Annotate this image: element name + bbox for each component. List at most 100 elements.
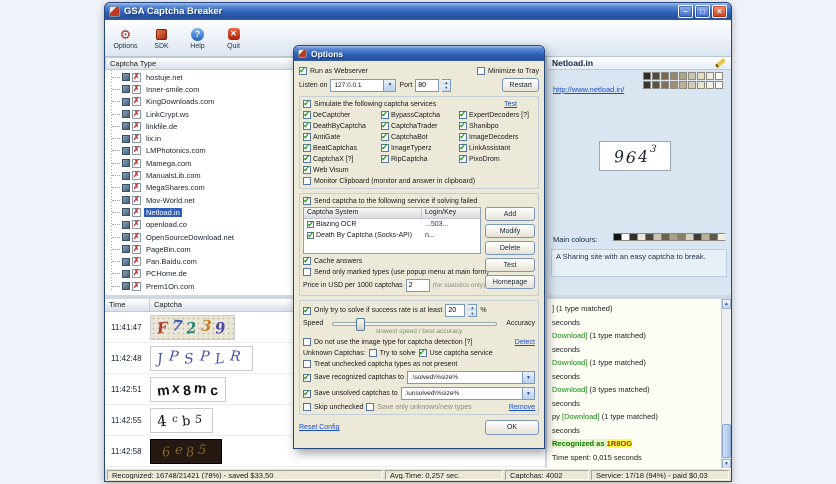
remove-link[interactable]: Remove [509, 404, 535, 411]
crossed-checkbox-icon[interactable] [132, 268, 141, 279]
success-rate-checkbox[interactable] [303, 305, 311, 316]
no-image-type-checkbox[interactable] [303, 338, 311, 346]
service-option[interactable]: CaptchaX [?] [303, 154, 379, 164]
send-failed-checkbox[interactable] [303, 195, 311, 206]
crossed-checkbox-icon[interactable] [132, 170, 141, 181]
service-checkbox[interactable] [459, 154, 467, 164]
maximize-button[interactable]: □ [695, 5, 710, 18]
service-option[interactable]: AntiGate [303, 132, 379, 142]
service-table-row[interactable]: Blazing OCR ...503... [304, 219, 480, 230]
use-captcha-service-checkbox[interactable] [418, 347, 427, 358]
ok-button[interactable]: OK [485, 420, 539, 435]
title-bar[interactable]: GSA Captcha Breaker – □ × [105, 3, 731, 20]
crossed-checkbox-icon[interactable] [132, 281, 141, 291]
run-as-webserver-checkbox[interactable] [299, 65, 307, 76]
crossed-checkbox-icon[interactable] [132, 219, 141, 230]
site-url-link[interactable]: http://www.netload.in/ [553, 85, 624, 94]
service-option[interactable]: LinkAssistant [459, 143, 535, 153]
slider-thumb[interactable] [356, 317, 366, 331]
restart-button[interactable]: Restart [502, 78, 539, 92]
service-button-modify[interactable]: Modify [485, 224, 535, 238]
login-key-column-header[interactable]: Login/Key [422, 208, 480, 218]
service-option[interactable]: RipCaptcha [381, 154, 457, 164]
crossed-checkbox-icon[interactable] [132, 207, 141, 217]
save-recognized-checkbox[interactable] [303, 372, 311, 383]
skip-unchecked-checkbox[interactable] [303, 403, 311, 411]
service-row-checkbox[interactable] [307, 232, 315, 239]
service-checkbox[interactable] [303, 154, 311, 164]
service-checkbox[interactable] [303, 143, 311, 153]
service-option[interactable]: ImageTyperz [381, 143, 457, 153]
crossed-checkbox-icon[interactable] [132, 244, 141, 254]
toolbar-button-help[interactable]: ? Help [181, 22, 214, 55]
crossed-checkbox-icon[interactable] [132, 121, 141, 131]
log-scrollbar[interactable]: ▲ ▼ [721, 299, 731, 469]
minimize-button[interactable]: – [678, 5, 693, 18]
chevron-down-icon[interactable] [522, 388, 534, 399]
service-row-checkbox[interactable] [307, 221, 315, 228]
service-option[interactable]: DeCaptcher [303, 110, 379, 120]
listen-on-combo[interactable]: 127.0.0.1 [330, 78, 397, 92]
service-checkbox[interactable] [381, 154, 389, 164]
port-spinner[interactable]: ▲ ▼ [442, 78, 452, 92]
service-option[interactable]: ImageDecoders [459, 132, 535, 142]
crossed-checkbox-icon[interactable] [132, 195, 141, 205]
service-checkbox[interactable] [381, 121, 389, 131]
crossed-checkbox-icon[interactable] [132, 232, 141, 242]
minimize-to-tray-checkbox[interactable] [477, 67, 486, 75]
service-option[interactable]: Web Visum [303, 165, 379, 175]
service-button-test[interactable]: Test [485, 258, 535, 272]
service-checkbox[interactable] [381, 110, 389, 120]
scrollbar-thumb[interactable] [722, 424, 731, 458]
toolbar-button-quit[interactable]: ✕ Quit [217, 22, 250, 55]
simulate-services-checkbox[interactable] [303, 98, 311, 109]
close-button[interactable]: × [712, 5, 727, 18]
toolbar-button-options[interactable]: ⚙ Options [109, 22, 142, 55]
speed-slider[interactable] [332, 317, 498, 331]
crossed-checkbox-icon[interactable] [132, 72, 141, 82]
service-table-row[interactable]: Death By Captcha (Socks-API) n... [304, 230, 480, 241]
service-option[interactable]: BypassCaptcha [381, 110, 457, 120]
save-only-unknown-checkbox[interactable] [366, 403, 375, 411]
service-option[interactable]: Shanibpo [459, 121, 535, 131]
chevron-down-icon[interactable] [522, 372, 534, 383]
service-button-add[interactable]: Add [485, 207, 535, 221]
detect-link[interactable]: Detect [515, 339, 535, 346]
service-checkbox[interactable] [303, 121, 311, 131]
service-checkbox[interactable] [459, 110, 467, 120]
dialog-title-bar[interactable]: Options [294, 46, 544, 61]
service-checkbox[interactable] [381, 132, 389, 142]
service-checkbox[interactable] [381, 143, 389, 153]
service-checkbox[interactable] [459, 132, 467, 142]
crossed-checkbox-icon[interactable] [132, 84, 141, 94]
crossed-checkbox-icon[interactable] [132, 133, 141, 144]
service-option[interactable]: CaptchaTrader [381, 121, 457, 131]
time-column-header[interactable]: Time [105, 299, 150, 312]
monitor-clipboard-checkbox[interactable] [303, 177, 311, 185]
test-services-link[interactable]: Test [504, 101, 517, 108]
crossed-checkbox-icon[interactable] [132, 109, 141, 119]
success-rate-spinner[interactable]: ▲ ▼ [468, 304, 478, 317]
save-unsolved-combo[interactable]: .\unsolved\%size% [400, 387, 535, 400]
send-only-marked-checkbox[interactable] [303, 268, 311, 276]
price-input[interactable] [405, 279, 430, 292]
service-button-homepage[interactable]: Homepage [485, 275, 535, 289]
crossed-checkbox-icon[interactable] [132, 182, 141, 193]
service-checkbox[interactable] [459, 121, 467, 131]
save-recognized-combo[interactable]: .\solved\%size% [406, 371, 535, 384]
treat-unchecked-checkbox[interactable] [303, 360, 311, 368]
crossed-checkbox-icon[interactable] [132, 256, 141, 267]
captcha-system-column-header[interactable]: Captcha System [304, 208, 422, 218]
service-checkbox[interactable] [303, 110, 311, 120]
toolbar-button-sdk[interactable]: SDK [145, 22, 178, 55]
reset-config-link[interactable]: Reset Config [299, 424, 339, 431]
service-button-delete[interactable]: Delete [485, 241, 535, 255]
service-option[interactable]: BeatCaptchas [303, 143, 379, 153]
cache-answers-checkbox[interactable] [303, 255, 311, 266]
service-checkbox[interactable] [303, 165, 311, 175]
crossed-checkbox-icon[interactable] [132, 96, 141, 107]
save-unsolved-checkbox[interactable] [303, 388, 311, 399]
service-option[interactable]: CaptchaBot [381, 132, 457, 142]
service-checkbox[interactable] [459, 143, 467, 153]
service-option[interactable]: PixoDrom [459, 154, 535, 164]
